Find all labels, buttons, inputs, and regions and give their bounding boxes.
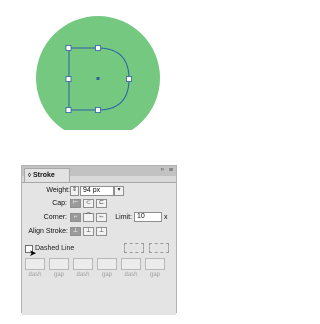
weight-label: Weight: <box>46 187 70 194</box>
cap-label: Cap: <box>52 200 67 207</box>
expand-arrows-icon[interactable]: ◊ <box>28 173 31 179</box>
collapse-icon[interactable]: » <box>161 166 164 174</box>
align-stroke-label: Align Stroke: <box>28 228 68 235</box>
weight-input[interactable]: 94 px <box>80 186 114 196</box>
dash-label-1: dash <box>28 272 42 278</box>
green-circle-shape[interactable] <box>36 16 160 130</box>
dashed-line-label: Dashed Line <box>35 245 75 252</box>
butt-cap-icon[interactable]: ⊢ <box>70 199 81 208</box>
miter-join-icon[interactable]: ⌐ <box>70 213 81 222</box>
align-inside-icon[interactable]: ⊥ <box>83 227 94 236</box>
round-join-icon[interactable]: ⌒ <box>83 213 94 222</box>
gap-label-2: gap <box>101 272 112 278</box>
dash-label-2: dash <box>76 272 90 278</box>
dash-field-1[interactable] <box>25 258 45 270</box>
align-outside-icon[interactable]: ⊥ <box>96 227 107 236</box>
gap-field-3[interactable] <box>145 258 165 270</box>
limit-unit: x <box>164 214 168 221</box>
center-point <box>96 77 100 80</box>
weight-dropdown-chevron-icon[interactable]: ▾ <box>114 186 124 196</box>
bevel-join-icon[interactable]: ⌙ <box>96 213 107 222</box>
gap-label-1: gap <box>53 272 64 278</box>
round-cap-icon[interactable]: ⊂ <box>83 199 94 208</box>
dash-field-3[interactable] <box>121 258 141 270</box>
weight-stepper[interactable]: ⇕ <box>70 186 79 196</box>
corner-label: Corner: <box>43 214 67 221</box>
stroke-panel: » ≡ ◊ Stroke Weight: ⇕ 94 px ▾ Cap: ⊢ ⊂ ⊏… <box>21 165 177 315</box>
projecting-cap-icon[interactable]: ⊏ <box>96 199 107 208</box>
dash-corner-align-icon[interactable] <box>124 243 144 253</box>
gap-field-2[interactable] <box>97 258 117 270</box>
align-center-icon[interactable]: ⊥ <box>70 227 81 236</box>
dash-field-2[interactable] <box>73 258 93 270</box>
limit-label: Limit: <box>115 214 132 221</box>
artboard-canvas[interactable] <box>0 0 200 130</box>
tab-stroke-label: Stroke <box>32 172 55 179</box>
dash-label-3: dash <box>124 272 138 278</box>
gap-label-3: gap <box>149 272 160 278</box>
limit-input[interactable]: 10 <box>134 212 162 222</box>
panel-body: Weight: ⇕ 94 px ▾ Cap: ⊢ ⊂ ⊏ Corner: ⌐ ⌒… <box>22 182 176 315</box>
dash-exact-length-icon[interactable] <box>149 243 169 253</box>
panel-menu-icon[interactable]: ≡ <box>169 167 173 175</box>
tab-stroke[interactable]: ◊ Stroke <box>24 168 70 183</box>
gap-field-1[interactable] <box>49 258 69 270</box>
